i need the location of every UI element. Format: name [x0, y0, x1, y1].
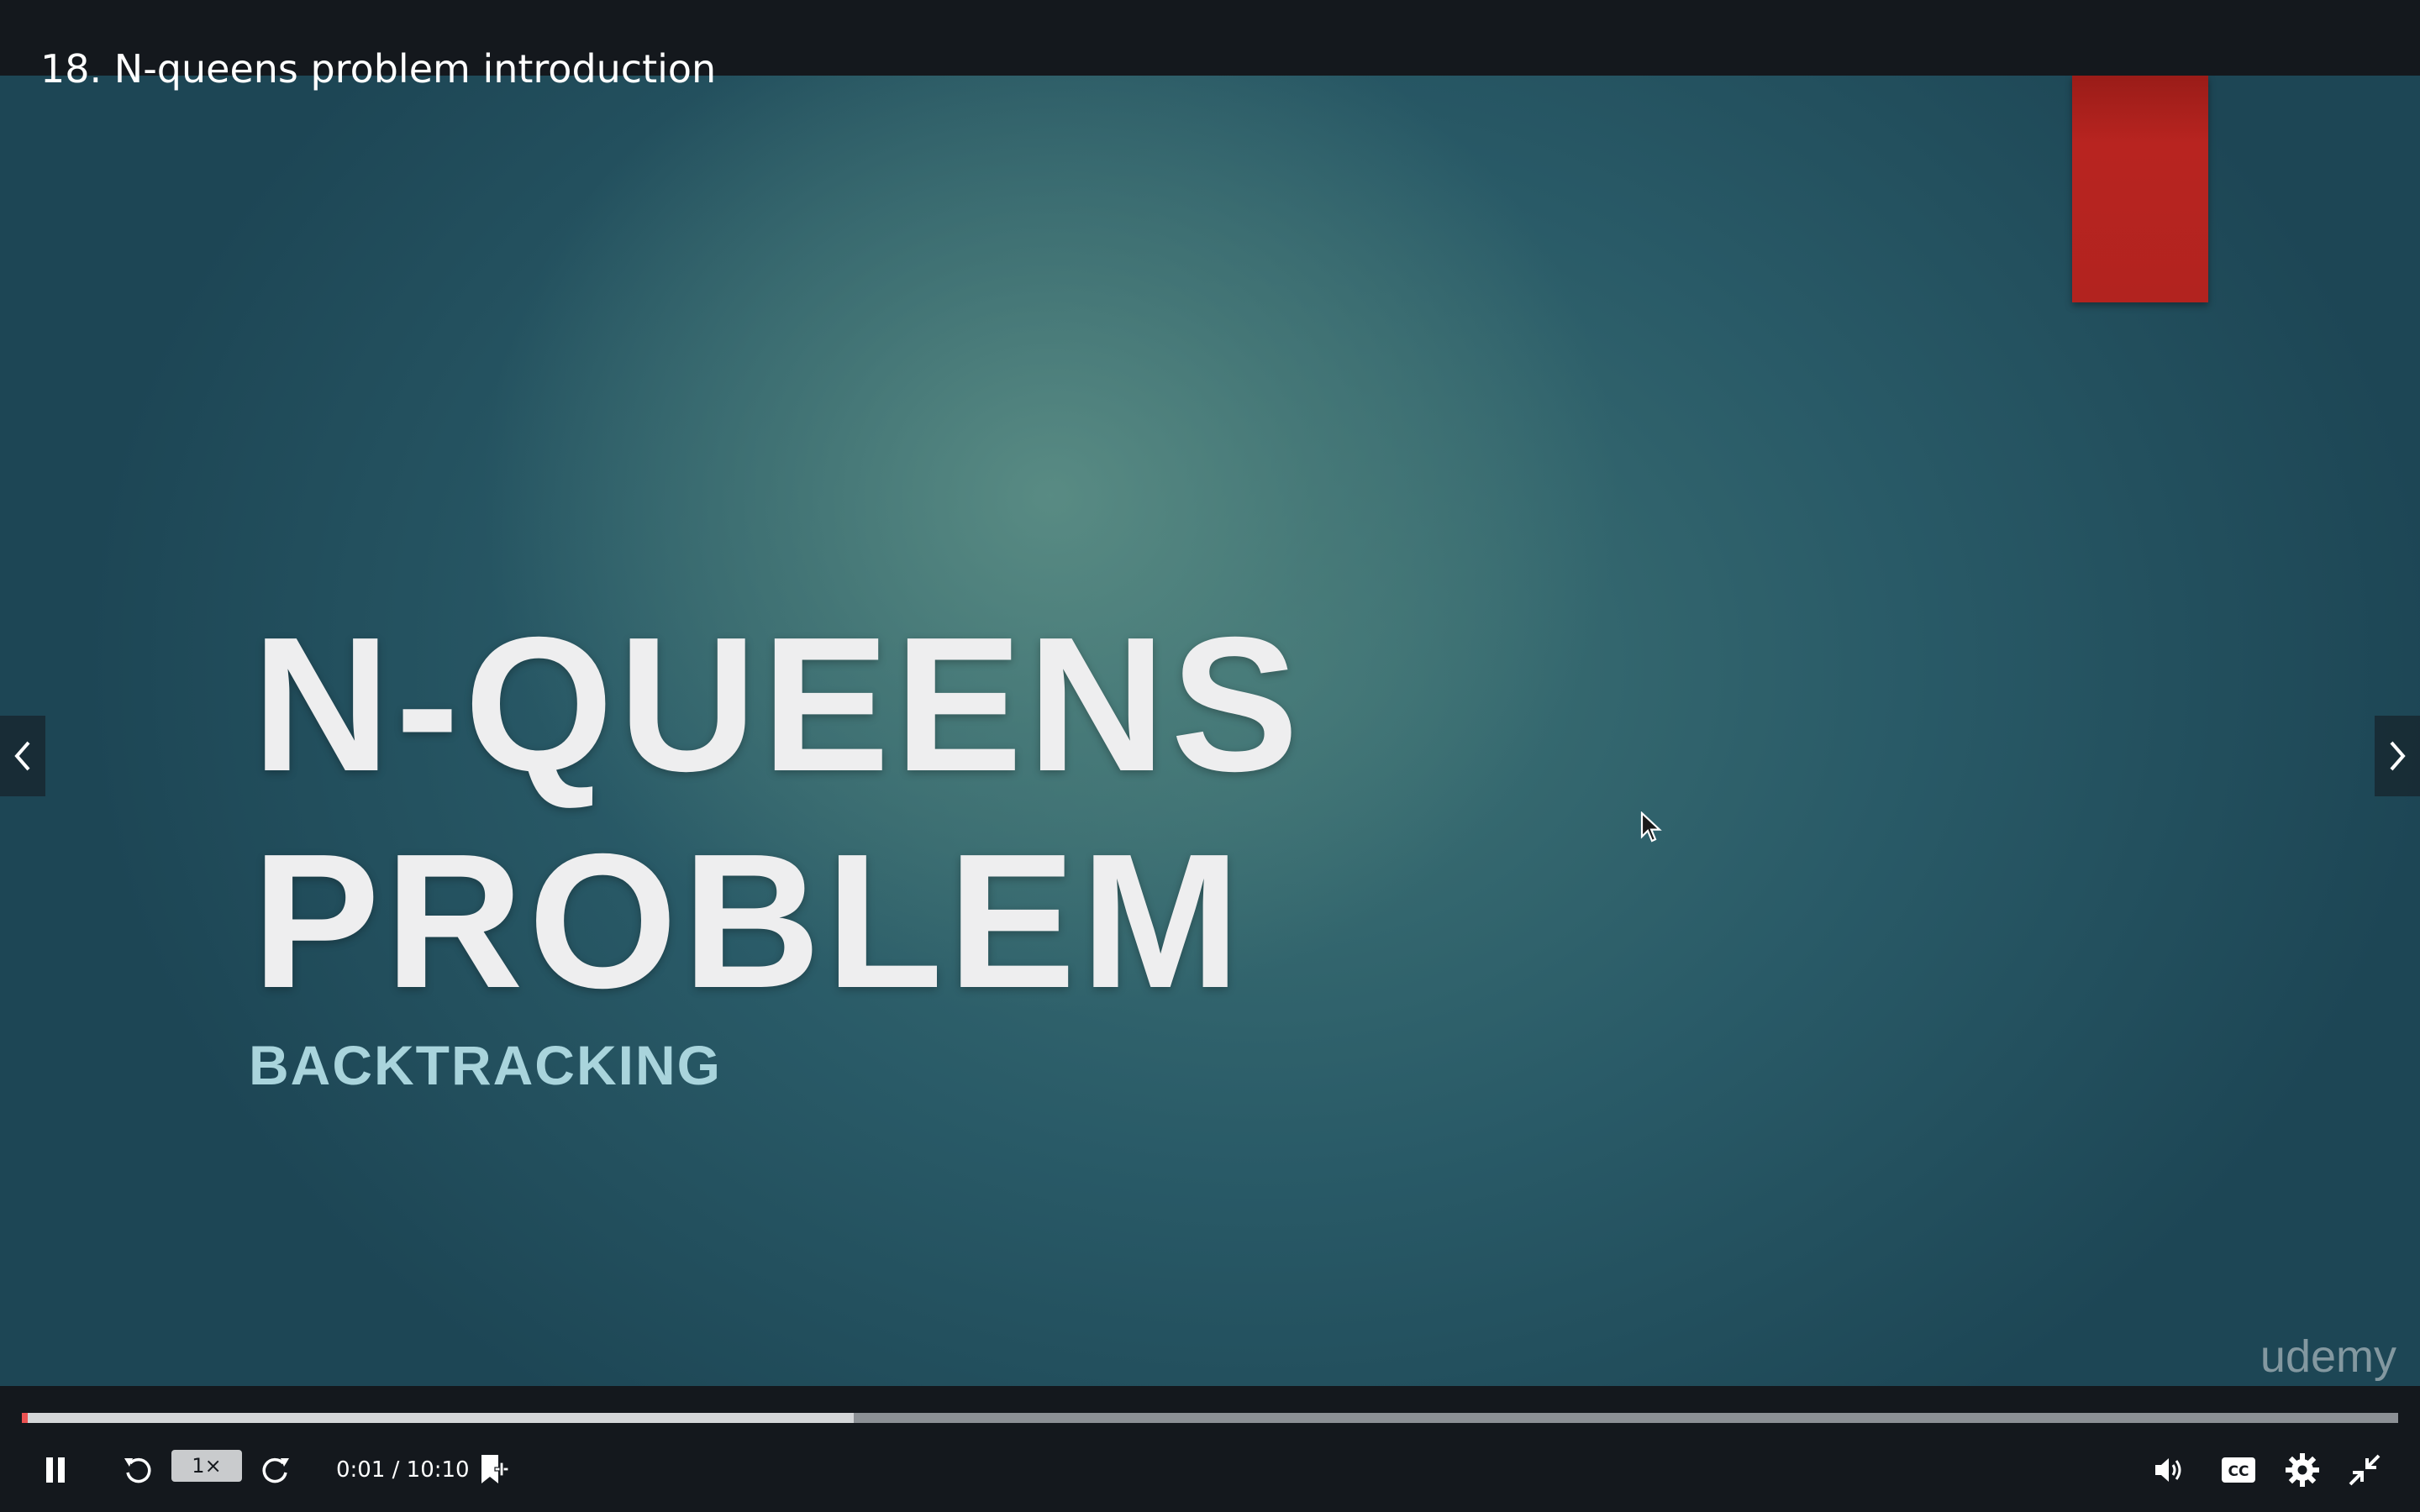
volume-icon [2155, 1458, 2181, 1482]
pause-button[interactable] [34, 1445, 77, 1495]
slide-red-accent [2072, 76, 2208, 302]
settings-button[interactable] [2279, 1445, 2326, 1495]
progress-buffered [22, 1413, 854, 1423]
title-bar: 18. N-queens problem introduction [0, 0, 2420, 92]
lecture-title: 18. N-queens problem introduction [40, 46, 717, 92]
progress-played [22, 1413, 29, 1423]
slide-title: N-QUEENS PROBLEM [252, 598, 1304, 1028]
next-lecture-button[interactable] [2375, 716, 2420, 796]
forward-button[interactable] [254, 1445, 297, 1495]
exit-fullscreen-icon [2349, 1454, 2381, 1486]
video-frame[interactable]: N-QUEENS PROBLEM BACKTRACKING udemy [0, 76, 2420, 1386]
exit-fullscreen-button[interactable] [2341, 1445, 2388, 1495]
udemy-watermark: udemy [2260, 1331, 2396, 1382]
svg-text:CC: CC [2228, 1463, 2249, 1480]
add-bookmark-button[interactable] [472, 1445, 516, 1495]
chevron-left-icon [14, 741, 30, 771]
previous-lecture-button[interactable] [0, 716, 45, 796]
gear-icon [2286, 1453, 2319, 1487]
rewind-5s-icon [124, 1457, 151, 1483]
video-player: 18. N-queens problem introduction N-QUEE… [0, 0, 2420, 1512]
pause-icon [46, 1457, 65, 1483]
progress-bar[interactable] [22, 1413, 2398, 1423]
rewind-button[interactable] [116, 1445, 160, 1495]
captions-icon: CC [2222, 1457, 2255, 1483]
chevron-right-icon [2390, 741, 2406, 771]
volume-button[interactable] [2148, 1445, 2191, 1495]
time-display: 0:01 / 10:10 [336, 1457, 470, 1483]
playback-speed-button[interactable]: 1× [171, 1450, 242, 1482]
control-bar: 1× 0:01 / 10:10 CC [0, 1428, 2420, 1512]
mouse-cursor-icon [1640, 811, 1662, 843]
slide-subtitle: BACKTRACKING [249, 1034, 722, 1096]
forward-5s-icon [262, 1457, 289, 1483]
captions-button[interactable]: CC [2215, 1445, 2262, 1495]
add-bookmark-icon [481, 1455, 509, 1483]
